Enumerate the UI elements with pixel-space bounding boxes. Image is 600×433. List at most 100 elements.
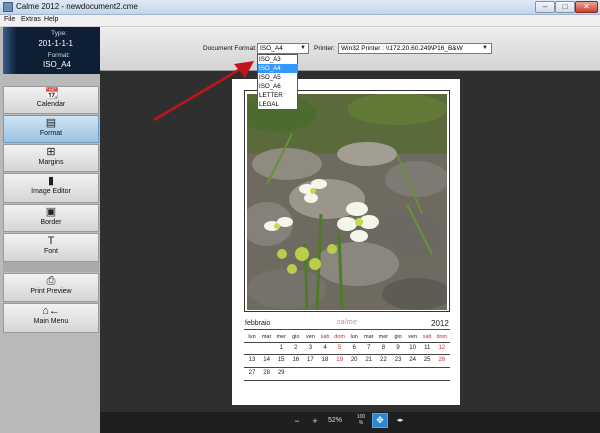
format-option[interactable]: ISO_A3	[258, 55, 298, 64]
calendar-day: 13	[248, 357, 256, 363]
calendar-year: 2012	[431, 319, 449, 328]
zoom-100-button[interactable]: 100 %	[352, 414, 370, 428]
format-option[interactable]: LETTER	[258, 91, 298, 100]
zoom-out-icon: −	[294, 416, 300, 426]
format-option[interactable]: ISO_A6	[258, 82, 298, 91]
nav-margins-button[interactable]: ⊞ Margins	[3, 144, 99, 172]
calendar-photo[interactable]	[247, 94, 447, 310]
calendar-day: 25	[423, 357, 431, 363]
nav-calendar-label: Calendar	[36, 101, 66, 108]
nav-border-button[interactable]: ▣ Border	[3, 204, 99, 232]
printer-select[interactable]: Win32 Printer : \\172.20.60.249\P16_B&W …	[338, 43, 492, 54]
nav-margins-label: Margins	[38, 159, 64, 166]
calendar-day: 2	[294, 345, 298, 351]
calendar-divider	[244, 329, 450, 330]
printer-value: Win32 Printer : \\172.20.60.249\P16_B&W	[341, 45, 463, 52]
zoom-in-icon: +	[312, 416, 318, 426]
menu-bar	[0, 15, 600, 27]
nav-format-button[interactable]: ▤ Format	[3, 115, 99, 143]
calendar-day: 23	[394, 357, 402, 363]
type-label: Type:	[51, 30, 67, 37]
nav-border-label: Border	[40, 219, 62, 226]
calendar-weekday: sab	[320, 334, 330, 340]
flower-photo-image	[247, 94, 447, 310]
calendar-weekday: mer	[378, 334, 389, 340]
calendar-divider	[244, 342, 450, 343]
calendar-day: 14	[263, 357, 270, 363]
calendar-weekday: dom	[334, 334, 345, 340]
maximize-button[interactable]: □	[555, 1, 575, 13]
calendar-divider	[244, 380, 450, 381]
close-button[interactable]: ✕	[575, 1, 598, 13]
calendar-day: 7	[367, 345, 371, 351]
nav-format-label: Format	[39, 130, 63, 137]
calendar-day: 18	[321, 357, 329, 363]
calendar-day: 12	[438, 345, 446, 351]
nav-calendar-button[interactable]: 📆 Calendar	[3, 86, 99, 114]
zoom-level: 52%	[328, 417, 343, 424]
calendar-divider	[244, 367, 450, 368]
calendar-day: 26	[438, 357, 446, 363]
document-format-dropdown[interactable]: ISO_A3 ISO_A4 ISO_A5 ISO_A6 LETTER LEGAL	[257, 54, 298, 110]
calendar-day: 6	[352, 345, 356, 351]
calendar-day: 16	[292, 357, 300, 363]
calendar-day: 17	[307, 357, 314, 363]
fit-page-button[interactable]: ✥	[372, 413, 388, 428]
format-info-value: ISO_A4	[42, 60, 71, 69]
calendar-day: 22	[380, 357, 387, 363]
calendar-weekday: gio	[394, 334, 402, 340]
zoom-out-button[interactable]: −	[290, 414, 304, 428]
calendar-brand-logo: calme	[337, 319, 358, 326]
calendar-day: 29	[277, 370, 285, 376]
calendar-weekday: mar	[364, 334, 374, 340]
calendar-day: 21	[365, 357, 373, 363]
border-icon: ▣	[45, 206, 57, 218]
document-format-select[interactable]: ISO_A4 ▼	[257, 43, 309, 54]
format-icon: ▤	[45, 117, 57, 129]
home-back-icon: ⌂←	[42, 305, 60, 317]
calendar-day: 5	[337, 345, 342, 351]
calendar-day: 9	[396, 345, 400, 351]
printer-icon: ⎙	[46, 275, 56, 287]
nav-font-button[interactable]: T Font	[3, 233, 99, 262]
info-decoration	[3, 27, 17, 74]
chevron-down-icon: ▼	[300, 45, 306, 51]
calendar-day: 11	[424, 345, 431, 351]
format-option[interactable]: ISO_A5	[258, 73, 298, 82]
nav-separator	[3, 262, 99, 272]
margins-icon: ⊞	[46, 146, 56, 158]
calendar-month: febbraio	[245, 320, 271, 327]
fit-width-button[interactable]: ◂▸	[392, 414, 408, 428]
menu-file[interactable]: File	[4, 16, 15, 23]
minimize-button[interactable]: –	[535, 1, 555, 13]
format-option[interactable]: ISO_A4	[258, 64, 298, 73]
document-format-label: Document Format:	[203, 45, 257, 52]
calendar-day: 1	[279, 345, 283, 351]
format-option[interactable]: LEGAL	[258, 100, 298, 109]
zoom-100-percent: %	[358, 420, 364, 426]
format-info-label: Format:	[47, 52, 70, 59]
nav-main-menu-button[interactable]: ⌂← Main Menu	[3, 303, 99, 333]
chevron-down-icon: ▼	[482, 45, 488, 51]
nav-main-menu-label: Main Menu	[33, 318, 69, 325]
calendar-day: 28	[263, 370, 270, 376]
font-icon: T	[47, 235, 55, 247]
menu-help[interactable]: Help	[44, 16, 58, 23]
calendar-day: 8	[381, 345, 386, 351]
calendar-weekday: sab	[422, 334, 432, 340]
calendar-day: 10	[409, 345, 416, 351]
calendar-weekday: gio	[292, 334, 300, 340]
annotation-arrow-icon	[153, 61, 254, 122]
calendar-weekday: mar	[261, 334, 272, 340]
calendar-weekday: lun	[248, 334, 256, 340]
calendar-weekday: lun	[350, 334, 358, 340]
zoom-in-button[interactable]: +	[308, 414, 322, 428]
calendar-day: 19	[336, 357, 343, 363]
calendar-day: 20	[350, 357, 358, 363]
nav-image-editor-button[interactable]: ▮ Image Editor	[3, 173, 99, 203]
printer-label: Printer:	[314, 45, 335, 52]
nav-print-preview-label: Print Preview	[30, 288, 72, 295]
menu-extras[interactable]: Extras	[21, 16, 41, 23]
nav-image-editor-label: Image Editor	[31, 188, 71, 195]
nav-print-preview-button[interactable]: ⎙ Print Preview	[3, 273, 99, 302]
